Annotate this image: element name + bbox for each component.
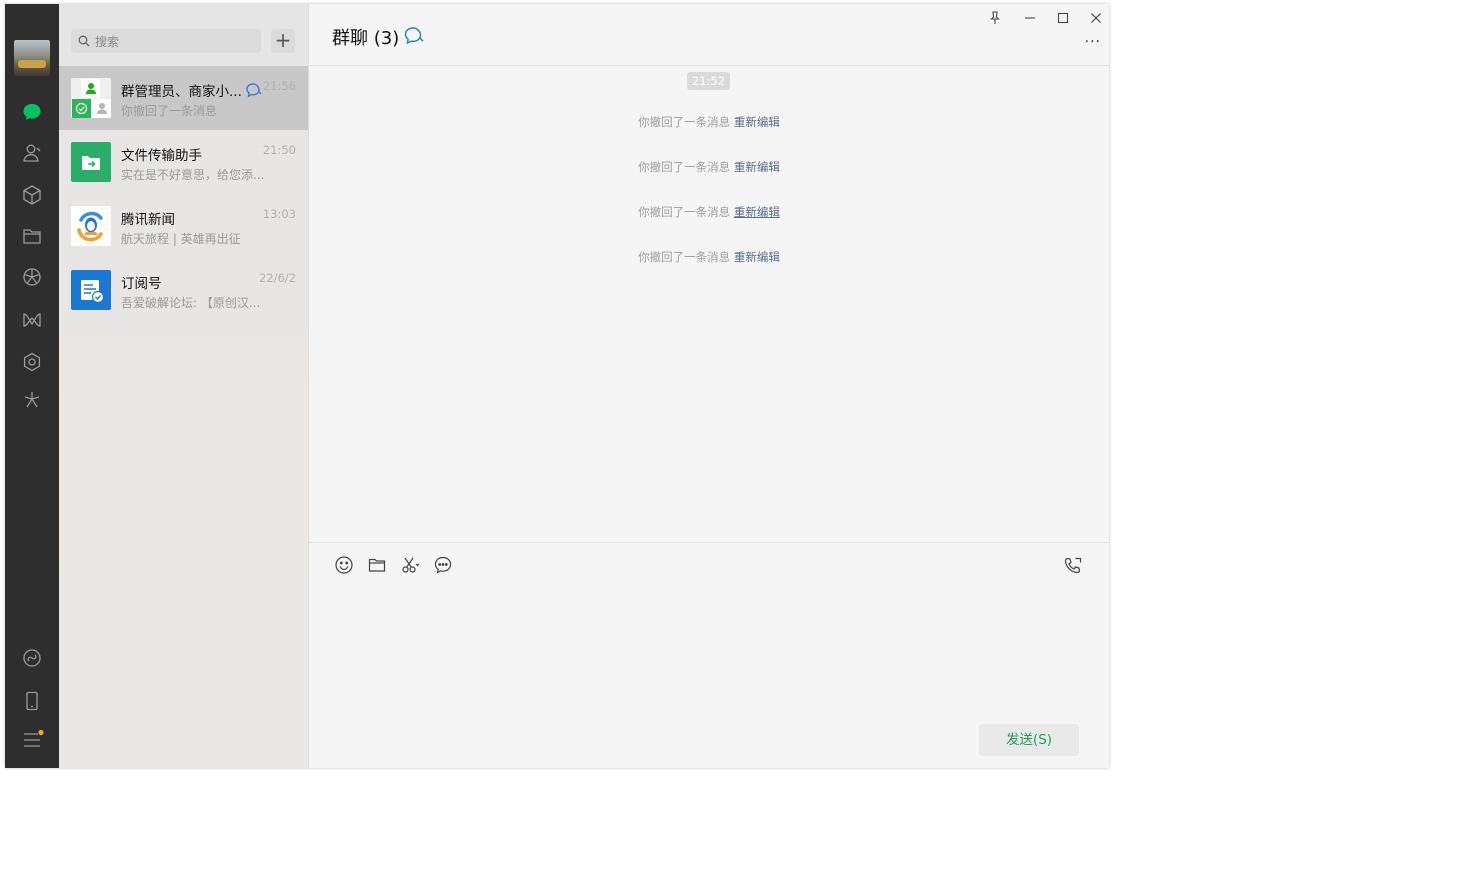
input-divider bbox=[309, 542, 1109, 543]
mini-programs-icon[interactable] bbox=[20, 388, 44, 412]
chat-header: 群聊 (3) ··· bbox=[309, 4, 1109, 66]
chat-title: 群聊 (3) bbox=[332, 28, 400, 49]
chat-time: 21:56 bbox=[262, 79, 296, 93]
maximize-icon[interactable] bbox=[1055, 10, 1071, 26]
channels-icon[interactable] bbox=[20, 308, 44, 332]
chat-time: 22/6/2 bbox=[258, 271, 296, 285]
contacts-icon[interactable] bbox=[20, 141, 44, 165]
avatar[interactable] bbox=[14, 40, 50, 76]
search-discover-icon[interactable] bbox=[20, 350, 44, 374]
moments-icon[interactable] bbox=[20, 265, 44, 289]
chat-list-item-file-transfer[interactable]: 文件传输助手 21:50 实在是不好意思，给您添... bbox=[59, 130, 308, 194]
phone-icon[interactable] bbox=[20, 689, 44, 713]
send-file-icon[interactable] bbox=[367, 555, 387, 575]
re-edit-link[interactable]: 重新编辑 bbox=[734, 160, 780, 174]
screenshot-icon[interactable] bbox=[400, 555, 420, 575]
search-placeholder: 搜索 bbox=[95, 35, 120, 49]
chat-list-panel: 搜索 + 群管理员、商家小... 21:56 你撤回了一条消息 文件传输助手 2… bbox=[59, 4, 309, 768]
chat-preview: 航天旅程 | 英雄再出征 bbox=[121, 232, 241, 246]
pin-icon[interactable] bbox=[987, 10, 1003, 26]
chat-icon[interactable] bbox=[20, 100, 44, 124]
subscriptions-avatar bbox=[71, 270, 111, 310]
group-avatar bbox=[71, 78, 111, 118]
chat-preview: 实在是不好意思，给您添... bbox=[121, 168, 265, 182]
minimize-icon[interactable] bbox=[1022, 10, 1038, 26]
chat-name: 群管理员、商家小... bbox=[121, 84, 242, 100]
wechat-window: 搜索 + 群管理员、商家小... 21:56 你撤回了一条消息 文件传输助手 2… bbox=[5, 4, 1109, 768]
recall-text: 你撤回了一条消息 bbox=[638, 250, 731, 264]
chat-time: 13:03 bbox=[262, 207, 296, 221]
recall-notice: 你撤回了一条消息 重新编辑 bbox=[309, 249, 1109, 265]
nav-sidebar bbox=[5, 4, 59, 768]
chat-panel: 群聊 (3) ··· 21:52 你撤回了一条消息 重新编辑 你撤回了一条消息 … bbox=[309, 4, 1109, 768]
recall-text: 你撤回了一条消息 bbox=[638, 115, 731, 129]
recall-text: 你撤回了一条消息 bbox=[638, 205, 731, 219]
close-icon[interactable] bbox=[1088, 10, 1104, 26]
chat-time: 21:50 bbox=[262, 143, 296, 157]
collection-icon[interactable] bbox=[20, 183, 44, 207]
subscription-icon bbox=[81, 280, 105, 304]
emoji-icon[interactable] bbox=[334, 555, 354, 575]
add-chat-button[interactable]: + bbox=[271, 29, 295, 53]
send-button[interactable]: 发送(S) bbox=[979, 724, 1079, 756]
recall-text: 你撤回了一条消息 bbox=[638, 160, 731, 174]
folder-arrow-icon bbox=[82, 156, 100, 170]
recall-notice: 你撤回了一条消息 重新编辑 bbox=[309, 114, 1109, 130]
mini-program-panel-icon[interactable] bbox=[20, 646, 44, 670]
chat-name: 腾讯新闻 bbox=[121, 212, 175, 228]
search-icon bbox=[78, 35, 90, 47]
voice-call-icon[interactable] bbox=[1063, 555, 1083, 575]
message-timestamp: 21:52 bbox=[687, 72, 730, 90]
recall-notice: 你撤回了一条消息 重新编辑 bbox=[309, 204, 1109, 220]
chat-name: 文件传输助手 bbox=[121, 148, 202, 164]
more-options-button[interactable]: ··· bbox=[1085, 34, 1101, 50]
chat-history-icon[interactable] bbox=[433, 555, 453, 575]
re-edit-link[interactable]: 重新编辑 bbox=[734, 115, 780, 129]
folder-icon[interactable] bbox=[20, 224, 44, 248]
file-transfer-avatar bbox=[71, 142, 111, 182]
tencent-news-logo-icon bbox=[77, 211, 103, 242]
re-edit-link[interactable]: 重新编辑 bbox=[734, 250, 780, 264]
chat-name: 订阅号 bbox=[121, 276, 162, 292]
settings-menu-icon[interactable] bbox=[20, 728, 44, 752]
chat-list-item-tencent-news[interactable]: 腾讯新闻 13:03 航天旅程 | 英雄再出征 bbox=[59, 194, 308, 258]
search-input[interactable]: 搜索 bbox=[71, 29, 261, 53]
chat-preview: 你撤回了一条消息 bbox=[121, 104, 218, 118]
chat-preview: 吾爱破解论坛: 【原创汉... bbox=[121, 296, 261, 310]
chat-list-item-subscriptions[interactable]: 订阅号 22/6/2 吾爱破解论坛: 【原创汉... bbox=[59, 258, 308, 322]
re-edit-link[interactable]: 重新编辑 bbox=[734, 205, 780, 219]
chat-list-item-group[interactable]: 群管理员、商家小... 21:56 你撤回了一条消息 bbox=[59, 66, 308, 130]
tencent-news-avatar bbox=[71, 206, 111, 246]
group-chat-icon bbox=[246, 83, 262, 98]
recall-notice: 你撤回了一条消息 重新编辑 bbox=[309, 159, 1109, 175]
group-chat-icon bbox=[404, 27, 424, 45]
